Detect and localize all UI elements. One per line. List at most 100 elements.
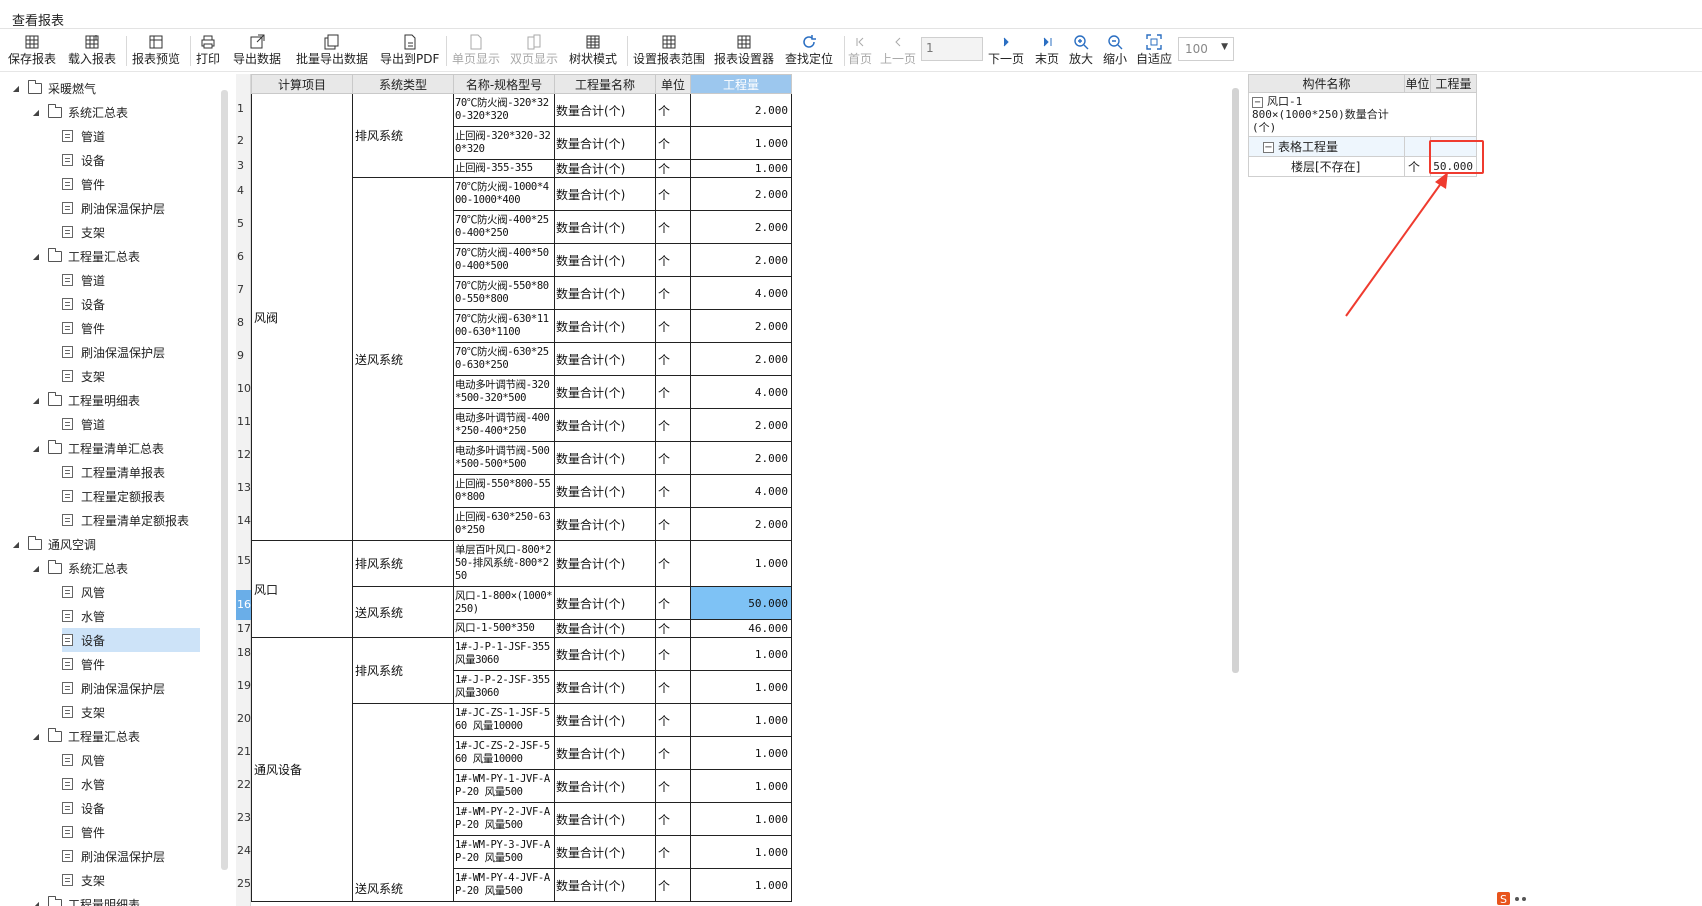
tree-scrollbar[interactable] [221, 90, 228, 870]
quantity-cell[interactable]: 2.000 [690, 507, 792, 541]
tree-leaf[interactable]: 风管 [62, 748, 105, 772]
quantity-cell[interactable]: 2.000 [690, 309, 792, 343]
tree-node[interactable]: ◢ 工程量清单汇总表 [30, 436, 164, 460]
tree-leaf[interactable]: 管件 [62, 316, 105, 340]
component-row[interactable]: − 风口-1 800×(1000*250)数量合计(个) [1248, 92, 1477, 137]
tree-leaf[interactable]: 管件 [62, 172, 105, 196]
quantity-cell[interactable]: 1.000 [690, 802, 792, 836]
quantity-cell[interactable]: 2.000 [690, 210, 792, 244]
tree-leaf[interactable]: 工程量清单定额报表 [62, 508, 189, 532]
expand-arrow-icon[interactable]: ◢ [30, 396, 42, 405]
double-page-button[interactable]: 双页显示 [510, 32, 558, 70]
expand-arrow-icon[interactable]: ◢ [30, 444, 42, 453]
expand-arrow-icon[interactable]: ◢ [30, 732, 42, 741]
single-page-button[interactable]: 单页显示 [452, 32, 500, 70]
report-settings-button[interactable]: 报表设置器 [714, 32, 774, 70]
column-header[interactable]: 单位 [1404, 74, 1431, 93]
column-header[interactable]: 工程量 [1430, 74, 1477, 93]
tree-leaf[interactable]: 管件 [62, 652, 105, 676]
tree-leaf[interactable]: 刷油保温保护层 [62, 340, 165, 364]
column-header-selected[interactable]: 工程量 [690, 74, 792, 94]
column-header[interactable]: 名称-规格型号 [453, 74, 555, 94]
quantity-cell[interactable]: 4.000 [690, 276, 792, 310]
quantity-cell[interactable]: 1.000 [690, 835, 792, 869]
table-row[interactable]: 通风设备 排风系统 1#-J-P-1-JSF-355风量3060 数量合计(个)… [251, 637, 792, 902]
tree-node[interactable]: ◢ 工程量明细表 [30, 892, 140, 906]
quantity-cell[interactable]: 1.000 [690, 159, 792, 178]
tree-leaf[interactable]: 设备 [62, 796, 105, 820]
expand-arrow-icon[interactable]: ◢ [10, 84, 22, 93]
quantity-cell[interactable]: 46.000 [690, 619, 792, 638]
quantity-cell[interactable]: 1.000 [690, 126, 792, 160]
tree-node[interactable]: ◢ 系统汇总表 [30, 556, 128, 580]
export-pdf-button[interactable]: 导出到PDF [380, 32, 439, 70]
quantity-cell[interactable]: 1.000 [690, 670, 792, 704]
save-report-button[interactable]: 保存报表 [8, 32, 56, 70]
tree-node[interactable]: ◢ 工程量汇总表 [30, 244, 140, 268]
tree-leaf[interactable]: 管道 [62, 268, 105, 292]
quantity-cell[interactable]: 1.000 [690, 736, 792, 770]
quantity-cell[interactable]: 1.000 [690, 637, 792, 671]
quantity-cell[interactable]: 2.000 [690, 342, 792, 376]
column-header[interactable]: 构件名称 [1248, 74, 1405, 93]
quantity-cell[interactable]: 2.000 [690, 93, 792, 127]
column-header[interactable]: 系统类型 [352, 74, 454, 94]
quantity-cell[interactable]: 4.000 [690, 375, 792, 409]
collapse-icon[interactable]: − [1263, 142, 1274, 153]
zoom-out-button[interactable]: 缩小 [1103, 32, 1127, 70]
tree-leaf[interactable]: 管件 [62, 820, 105, 844]
expand-arrow-icon[interactable]: ◢ [10, 540, 22, 549]
table-row[interactable]: 风口 排风系统 单层百叶风口-800*250-排风系统-800*250 数量合计… [251, 540, 792, 638]
tree-leaf[interactable]: 风管 [62, 580, 105, 604]
print-button[interactable]: 打印 [196, 32, 220, 70]
expand-arrow-icon[interactable]: ◢ [30, 900, 42, 906]
tree-leaf[interactable]: 管道 [62, 412, 105, 436]
tree-leaf[interactable]: 水管 [62, 604, 105, 628]
next-page-button[interactable]: 下一页 [988, 32, 1024, 70]
tree-node[interactable]: ◢ 采暖燃气 [10, 76, 96, 100]
report-scrollbar[interactable] [1232, 88, 1239, 673]
tree-leaf-selected[interactable]: 设备 [62, 628, 200, 652]
quantity-cell[interactable]: 2.000 [690, 408, 792, 442]
tree-leaf[interactable]: 刷油保温保护层 [62, 196, 165, 220]
quantity-cell[interactable]: 2.000 [690, 177, 792, 211]
tree-leaf[interactable]: 支架 [62, 220, 105, 244]
tree-leaf[interactable]: 设备 [62, 148, 105, 172]
tree-leaf[interactable]: 工程量定额报表 [62, 484, 165, 508]
tree-leaf[interactable]: 水管 [62, 772, 105, 796]
first-page-button[interactable]: 首页 [848, 32, 872, 70]
quantity-cell[interactable]: 1.000 [690, 540, 792, 587]
tree-node[interactable]: ◢ 工程量明细表 [30, 388, 140, 412]
quantity-cell[interactable]: 2.000 [690, 441, 792, 475]
zoom-in-button[interactable]: 放大 [1069, 32, 1093, 70]
fit-button[interactable]: 自适应 [1136, 32, 1172, 70]
column-header[interactable]: 计算项目 [251, 74, 353, 94]
tree-leaf[interactable]: 刷油保温保护层 [62, 676, 165, 700]
last-page-button[interactable]: 末页 [1035, 32, 1059, 70]
expand-arrow-icon[interactable]: ◢ [30, 564, 42, 573]
page-number-input[interactable]: 1 [921, 37, 983, 61]
ime-toolbar[interactable]: S [1497, 890, 1537, 906]
tree-node[interactable]: ◢ 系统汇总表 [30, 100, 128, 124]
set-range-button[interactable]: 设置报表范围 [633, 32, 705, 70]
quantity-cell[interactable]: 1.000 [690, 868, 792, 902]
batch-export-button[interactable]: 批量导出数据 [296, 32, 368, 70]
quantity-cell[interactable]: 4.000 [690, 474, 792, 508]
tree-leaf[interactable]: 支架 [62, 364, 105, 388]
find-locate-button[interactable]: 查找定位 [785, 32, 833, 70]
tree-leaf[interactable]: 支架 [62, 868, 105, 892]
column-header[interactable]: 工程量名称 [554, 74, 656, 94]
collapse-icon[interactable]: − [1252, 96, 1263, 108]
tree-node[interactable]: ◢ 工程量汇总表 [30, 724, 140, 748]
tree-leaf[interactable]: 管道 [62, 124, 105, 148]
quantity-cell-selected[interactable]: 50.000 [690, 586, 792, 620]
export-data-button[interactable]: 导出数据 [233, 32, 281, 70]
tree-leaf[interactable]: 刷油保温保护层 [62, 844, 165, 868]
prev-page-button[interactable]: 上一页 [880, 32, 916, 70]
tree-leaf[interactable]: 设备 [62, 292, 105, 316]
expand-arrow-icon[interactable]: ◢ [30, 252, 42, 261]
load-report-button[interactable]: 载入报表 [68, 32, 116, 70]
table-row[interactable]: 风阀 排风系统 70℃防火阀-320*320-320*320 数量合计(个) 个… [251, 93, 792, 541]
tree-leaf[interactable]: 工程量清单报表 [62, 460, 165, 484]
quantity-cell[interactable]: 2.000 [690, 243, 792, 277]
